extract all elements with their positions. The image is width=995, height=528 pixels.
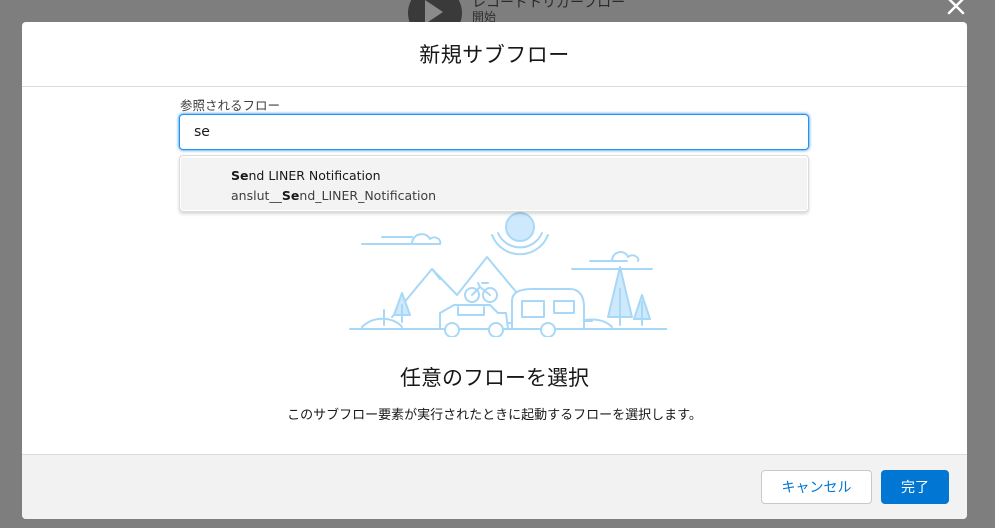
flow-dropdown: Send LINER Notification anslut__Send_LIN… (179, 155, 809, 212)
cancel-button[interactable]: キャンセル (761, 470, 872, 504)
modal-header: 新規サブフロー (22, 22, 967, 87)
empty-state-title: 任意のフローを選択 (400, 366, 589, 390)
empty-state-illustration (349, 212, 667, 337)
modal-title: 新規サブフロー (419, 43, 570, 67)
modal-footer: キャンセル 完了 (22, 454, 967, 519)
option-api-name: anslut__Send_LINER_Notification (231, 188, 437, 203)
option-label: Send LINER Notification (231, 168, 381, 183)
empty-state-description: このサブフロー要素が実行されたときに起動するフローを選択します。 (287, 408, 702, 423)
new-subflow-modal: 新規サブフロー 参照されるフロー Send LINER Notification… (22, 22, 967, 519)
flow-search-input[interactable] (179, 114, 809, 150)
referenced-flow-label: 参照されるフロー (180, 98, 281, 113)
done-button[interactable]: 完了 (881, 470, 949, 504)
dropdown-option-send-liner-notification[interactable]: Send LINER Notification anslut__Send_LIN… (181, 158, 807, 210)
close-icon[interactable] (946, 0, 966, 16)
play-icon (425, 0, 443, 24)
